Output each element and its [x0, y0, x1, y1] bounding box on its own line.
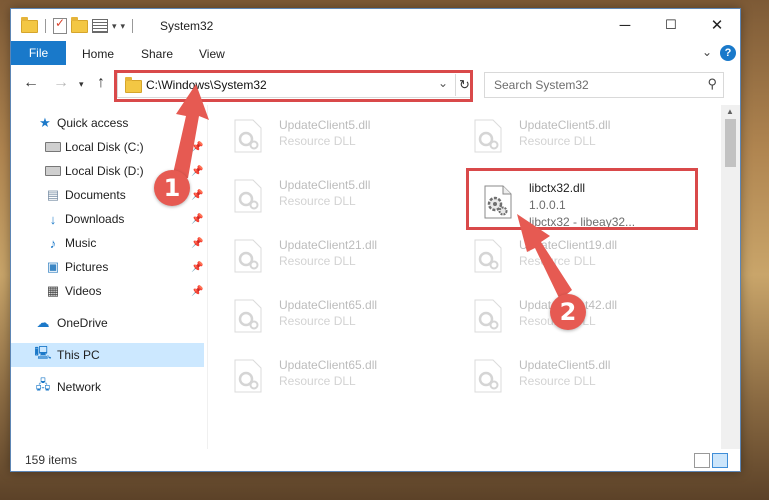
- step-1-marker: 1: [154, 170, 190, 206]
- arrow-to-address-bar: [172, 84, 209, 178]
- arrow-to-file: [517, 214, 572, 300]
- step-2-marker: 2: [550, 294, 586, 330]
- annotation-arrows: [172, 84, 572, 300]
